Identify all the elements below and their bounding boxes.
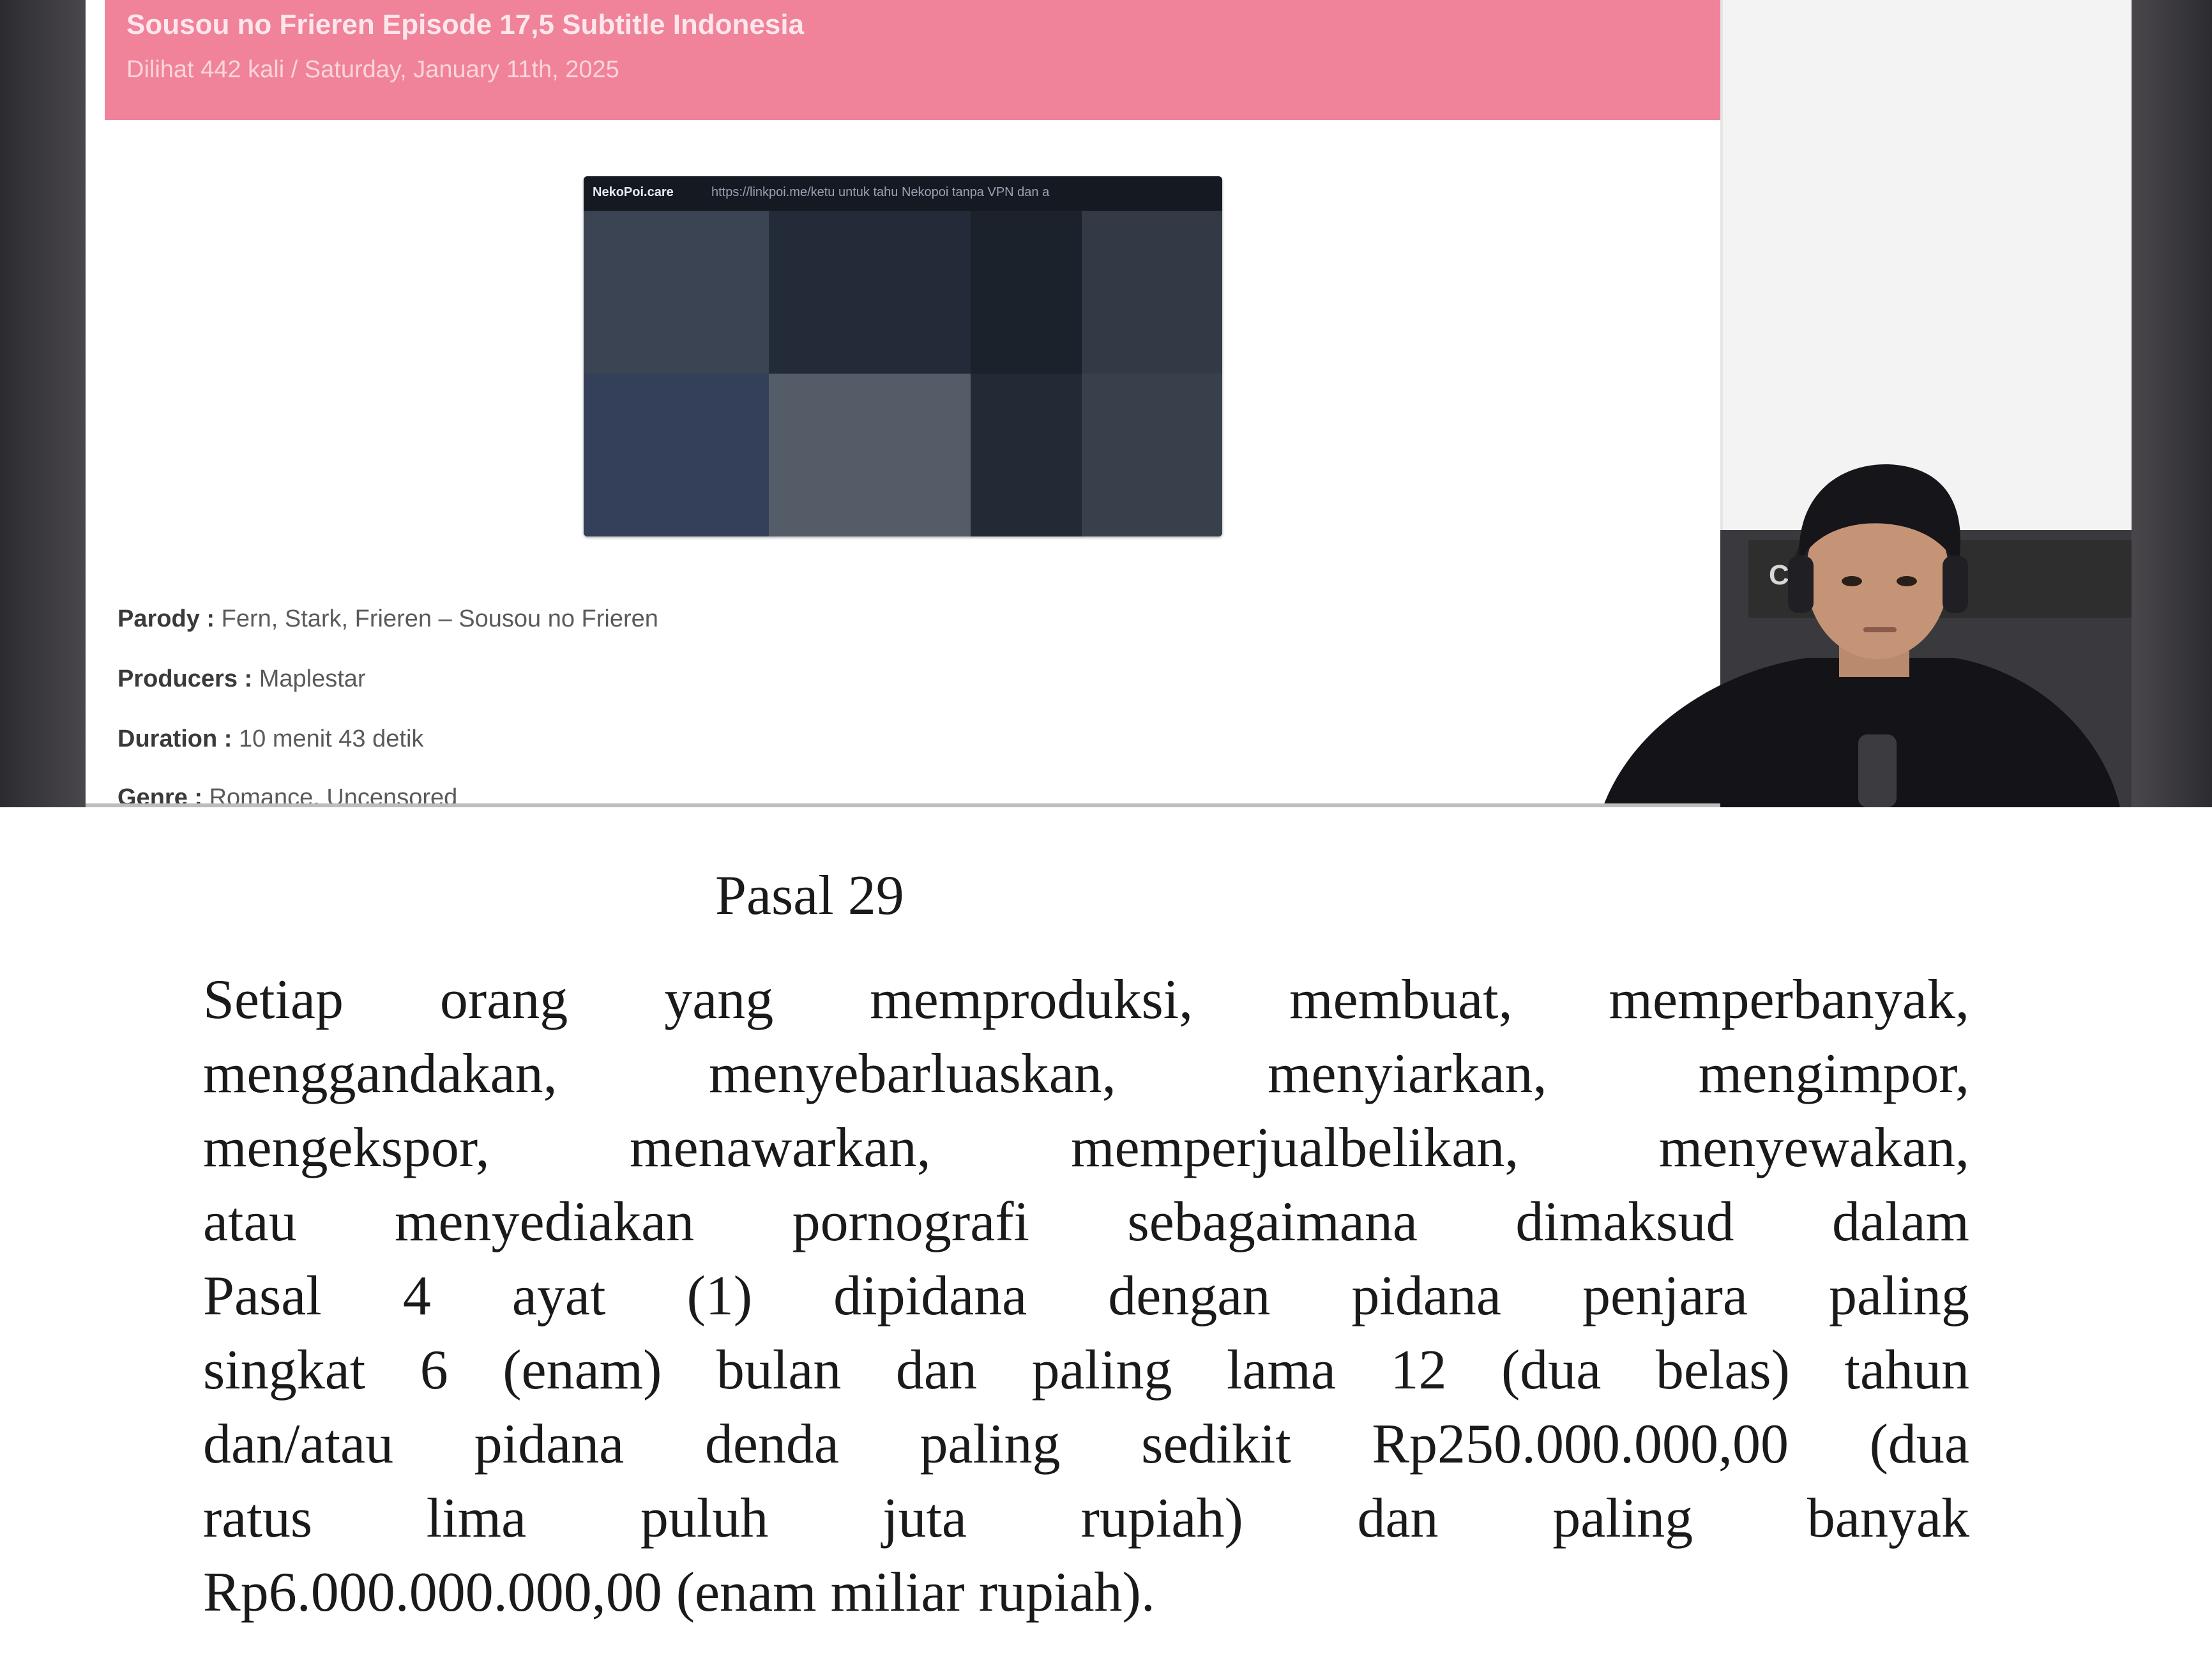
duration-label: Duration :	[117, 726, 232, 752]
video-player[interactable]: NekoPoi.care https://linkpoi.me/ketu unt…	[584, 176, 1222, 536]
microphone-icon	[1858, 734, 1897, 807]
duration-value: 10 menit 43 detik	[232, 726, 424, 752]
screen-capture: Sousou no Frieren Episode 17,5 Subtitle …	[0, 0, 2212, 807]
article-line: Rp6.000.000.000,00 (enam miliar rupiah).	[203, 1562, 1155, 1623]
headphone-cup-left	[1788, 556, 1814, 613]
browser-right-edge	[2132, 0, 2212, 807]
video-censor-mosaic	[584, 211, 1222, 536]
parody-label: Parody :	[117, 605, 215, 632]
article-line: menggandakan, menyebarluaskan, menyiarka…	[203, 1043, 1969, 1105]
post-header-banner: Sousou no Frieren Episode 17,5 Subtitle …	[105, 0, 1720, 120]
mosaic-tile	[769, 374, 971, 536]
webcam-person-eye-left	[1842, 576, 1862, 586]
article-line: singkat 6 (enam) bulan dan paling lama 1…	[203, 1339, 1969, 1401]
info-duration: Duration : 10 menit 43 detik	[117, 726, 423, 753]
webcam-overlay	[1603, 464, 2120, 807]
mosaic-tile	[1082, 211, 1222, 536]
post-meta: Dilihat 442 kali / Saturday, January 11t…	[126, 56, 619, 83]
info-parody: Parody : Fern, Stark, Frieren – Sousou n…	[117, 605, 658, 633]
webcam-person-eye-right	[1897, 576, 1917, 586]
mosaic-tile	[769, 211, 971, 374]
article-heading: Pasal 29	[715, 865, 904, 927]
parody-value[interactable]: Fern, Stark, Frieren – Sousou no Frieren	[215, 605, 658, 632]
producers-value[interactable]: Maplestar	[252, 665, 366, 692]
article-body: Setiap orang yang memproduksi, membuat, …	[203, 963, 1969, 1630]
post-title[interactable]: Sousou no Frieren Episode 17,5 Subtitle …	[126, 9, 804, 41]
article-line: atau menyediakan pornografi sebagaimana …	[203, 1191, 1969, 1253]
video-logo: NekoPoi.care	[593, 185, 674, 199]
mosaic-tile	[584, 374, 769, 536]
video-top-bar: NekoPoi.care https://linkpoi.me/ketu unt…	[584, 176, 1222, 211]
info-producers: Producers : Maplestar	[117, 665, 366, 693]
headphone-cup-right	[1943, 556, 1968, 613]
article-line: dan/atau pidana denda paling sedikit Rp2…	[203, 1413, 1969, 1475]
browser-left-edge	[0, 0, 86, 807]
law-document: Pasal 29 Setiap orang yang memproduksi, …	[0, 807, 2212, 1672]
article-line: Pasal 4 ayat (1) dipidana dengan pidana …	[203, 1265, 1969, 1327]
mosaic-tile	[584, 211, 769, 374]
page-sidebar	[1720, 0, 2134, 530]
web-page: Sousou no Frieren Episode 17,5 Subtitle …	[86, 0, 1720, 807]
producers-label: Producers :	[117, 665, 253, 692]
article-line: Setiap orang yang memproduksi, membuat, …	[203, 969, 1969, 1031]
webcam-person-mouth	[1863, 627, 1897, 632]
article-line: mengekspor, menawarkan, memperjualbelika…	[203, 1117, 1969, 1179]
article-line: ratus lima puluh juta rupiah) dan paling…	[203, 1487, 1969, 1549]
video-overlay-url[interactable]: https://linkpoi.me/ketu untuk tahu Nekop…	[711, 185, 1216, 200]
